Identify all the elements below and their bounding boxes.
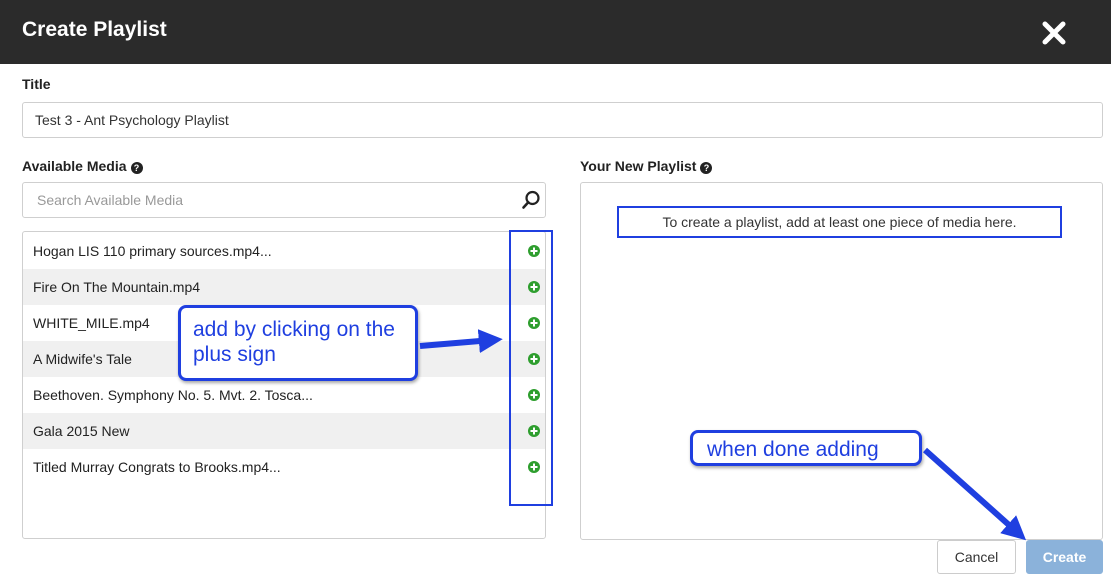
media-item-name: WHITE_MILE.mp4 — [33, 315, 150, 331]
available-media-list: Hogan LIS 110 primary sources.mp4... Fir… — [22, 231, 546, 539]
media-item-name: Beethoven. Symphony No. 5. Mvt. 2. Tosca… — [33, 387, 313, 403]
available-media-heading: Available Media? — [22, 158, 143, 174]
media-item: Hogan LIS 110 primary sources.mp4... — [23, 233, 545, 269]
create-button[interactable]: Create — [1026, 540, 1103, 574]
title-label: Title — [22, 76, 51, 92]
media-item-name: Hogan LIS 110 primary sources.mp4... — [33, 243, 272, 259]
cancel-button[interactable]: Cancel — [937, 540, 1016, 574]
media-item: Fire On The Mountain.mp4 — [23, 269, 545, 305]
playlist-empty-hint: To create a playlist, add at least one p… — [617, 206, 1062, 238]
media-item-name: Gala 2015 New — [33, 423, 130, 439]
playlist-label: Your New Playlist — [580, 158, 697, 174]
annotation-plus-column-outline — [509, 230, 553, 506]
close-icon[interactable] — [1041, 20, 1067, 46]
search-icon[interactable] — [521, 190, 541, 210]
search-input[interactable] — [23, 183, 503, 217]
annotation-callout-plus: add by clicking on the plus sign — [178, 305, 418, 381]
annotation-callout-done: when done adding — [690, 430, 922, 466]
media-item: Beethoven. Symphony No. 5. Mvt. 2. Tosca… — [23, 377, 545, 413]
help-icon[interactable]: ? — [130, 162, 143, 174]
dialog-header: Create Playlist — [0, 0, 1111, 64]
available-media-label: Available Media — [22, 158, 127, 174]
dialog-title: Create Playlist — [22, 18, 167, 41]
media-item-name: Titled Murray Congrats to Brooks.mp4... — [33, 459, 281, 475]
media-item-name: A Midwife's Tale — [33, 351, 132, 367]
media-item-name: Fire On The Mountain.mp4 — [33, 279, 201, 295]
search-box — [22, 182, 546, 218]
title-input[interactable] — [22, 102, 1103, 138]
playlist-heading: Your New Playlist? — [580, 158, 713, 174]
help-icon[interactable]: ? — [700, 162, 713, 174]
media-item: Titled Murray Congrats to Brooks.mp4... — [23, 449, 545, 485]
media-item: Gala 2015 New — [23, 413, 545, 449]
